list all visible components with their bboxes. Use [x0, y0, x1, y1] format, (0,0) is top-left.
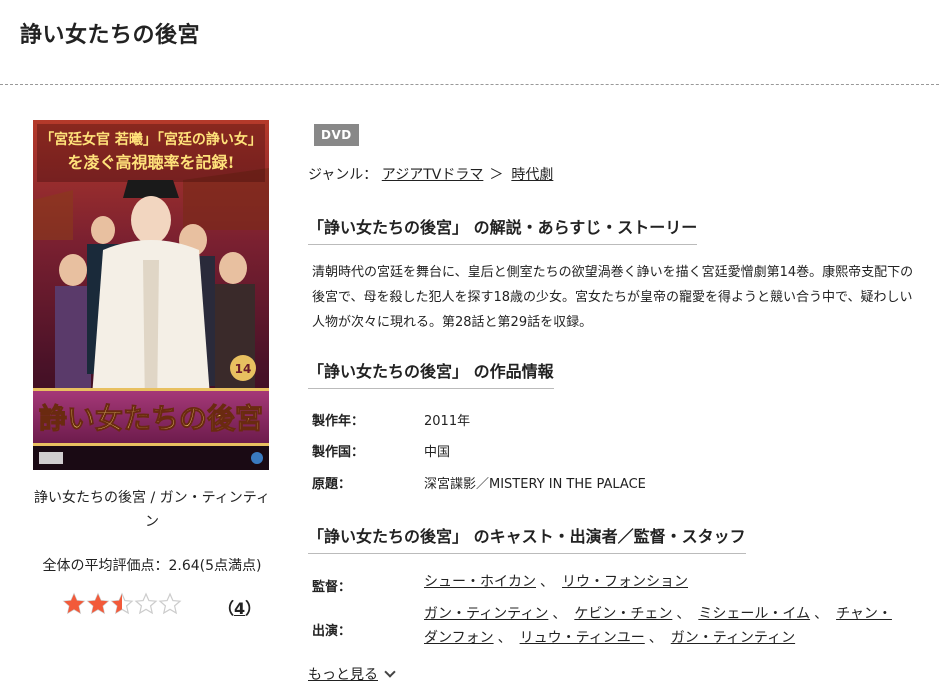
info-value-original-title: 深宮諜影／MISTERY IN THE PALACE	[424, 477, 646, 492]
info-label-original-title: 原題：	[312, 477, 352, 492]
star-icon	[134, 592, 158, 616]
synopsis-heading: 「諍い女たちの後宮」 の解説・あらすじ・ストーリー	[308, 214, 698, 245]
director-list: シュー・ホイカン、リウ・フォンション	[424, 574, 688, 590]
average-rating-label: 全体の平均評価点：2.64(5点満点)	[42, 558, 262, 574]
show-more-link[interactable]: もっと見る	[308, 667, 378, 683]
cover-title-text: 諍い女たちの後宮	[39, 402, 263, 435]
genre-breadcrumb: ジャンル： アジアTVドラマ ＞ 時代劇	[308, 164, 553, 184]
cast-link[interactable]: ガン・ティンティン	[671, 630, 795, 646]
star-icon	[110, 592, 134, 616]
director-link[interactable]: シュー・ホイカン	[424, 574, 536, 590]
info-value-country: 中国	[424, 445, 451, 460]
director-link[interactable]: リウ・フォンション	[562, 574, 688, 590]
cover-banner-text-1: 「宮廷女官 若曦」「宮廷の諍い女」	[40, 131, 262, 148]
show-more[interactable]: もっと見る	[308, 664, 396, 684]
page-title: 諍い女たちの後宮	[20, 23, 201, 48]
chevron-down-icon	[384, 666, 396, 678]
genre-link-asian-tv-drama[interactable]: アジアTVドラマ	[382, 167, 484, 183]
cover-caption: 諍い女たちの後宮 / ガン・ティンティン	[34, 490, 270, 530]
review-count: （4）	[218, 599, 262, 618]
synopsis-text: 清朝時代の宮廷を舞台に、皇后と側室たちの欲望渦巻く諍いを描く宮廷愛憎劇第14巻。…	[312, 265, 914, 330]
info-value-year: 2011年	[424, 414, 471, 429]
cover-volume: 14	[235, 362, 252, 376]
genre-link-period-drama[interactable]: 時代劇	[511, 167, 553, 183]
info-heading: 「諍い女たちの後宮」 の作品情報	[308, 358, 554, 389]
star-icon	[86, 592, 110, 616]
rating-stars	[62, 592, 182, 616]
star-icon	[62, 592, 86, 616]
cast-link[interactable]: ダンフォン	[424, 630, 494, 646]
info-label-year: 製作年：	[312, 414, 365, 429]
header-divider	[0, 84, 939, 85]
cast-link[interactable]: ケビン・チェン	[574, 606, 672, 622]
cover-banner-text-2: を凌ぐ高視聴率を記録!	[67, 153, 234, 172]
info-label-country: 製作国：	[312, 445, 365, 460]
star-icon	[158, 592, 182, 616]
genre-label: ジャンル：	[308, 167, 378, 183]
cast-link[interactable]: リュウ・ティンユー	[520, 630, 645, 646]
cover-image[interactable]: 「宮廷女官 若曦」「宮廷の諍い女」 を凌ぐ高視聴率を記録! 諍い女たちの後宮 1…	[33, 120, 269, 470]
review-count-link[interactable]: 4	[234, 599, 245, 618]
cast-heading: 「諍い女たちの後宮」 のキャスト・出演者／監督・スタッフ	[308, 523, 746, 554]
cast-label: 出演：	[312, 624, 352, 639]
cast-link[interactable]: ミシェール・イム	[698, 606, 810, 622]
cast-list-line-2: ダンフォン、リュウ・ティンユー、ガン・ティンティン	[424, 630, 796, 646]
genre-separator: ＞	[489, 167, 504, 183]
cast-link[interactable]: チャン・	[836, 606, 892, 622]
cast-link[interactable]: ガン・ティンティン	[424, 606, 548, 622]
format-badge: DVD	[314, 124, 359, 146]
director-label: 監督：	[312, 580, 352, 595]
cast-list-line-1: ガン・ティンティン、ケビン・チェン、ミシェール・イム、チャン・	[424, 606, 892, 622]
